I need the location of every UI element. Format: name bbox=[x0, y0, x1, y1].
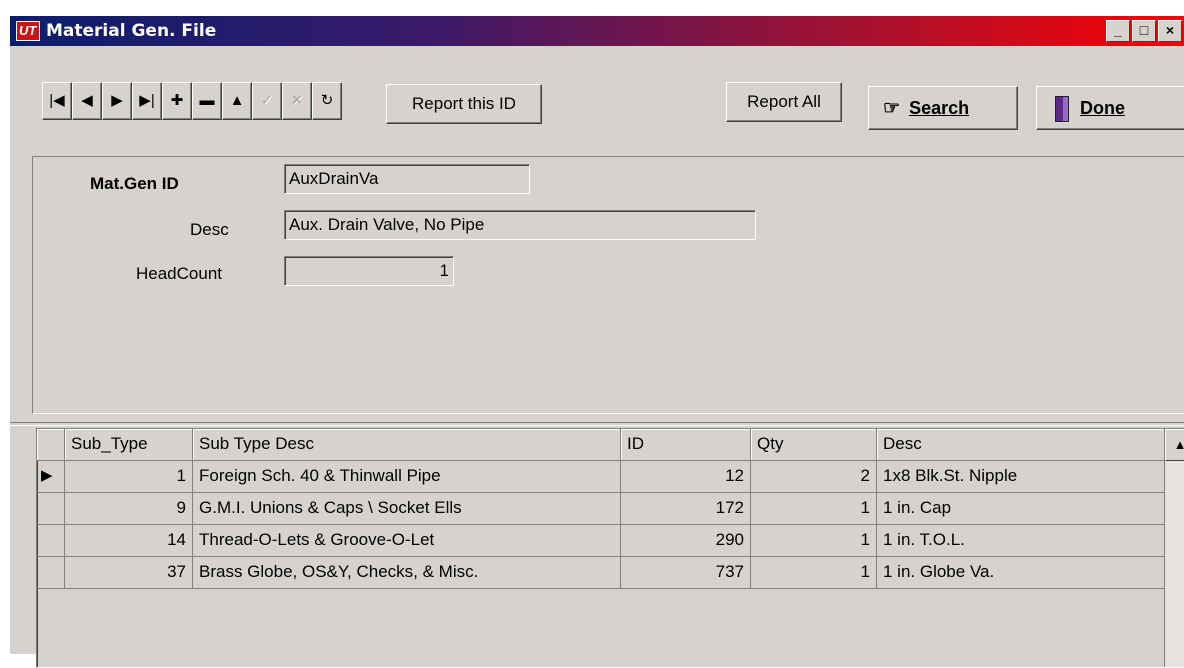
search-label: Search bbox=[909, 98, 970, 118]
table-cell[interactable]: 1 in. Cap bbox=[877, 493, 1167, 525]
search-button[interactable]: ☞ Search bbox=[868, 86, 1018, 130]
table-cell[interactable]: Foreign Sch. 40 & Thinwall Pipe bbox=[193, 461, 621, 493]
add-record-button[interactable]: ✚ bbox=[162, 82, 192, 120]
table-cell[interactable]: 290 bbox=[621, 525, 751, 557]
cancel-record-button[interactable]: ✕ bbox=[282, 82, 312, 120]
table-cell[interactable]: 172 bbox=[621, 493, 751, 525]
column-header-desc[interactable]: Desc bbox=[877, 429, 1167, 461]
pointing-hand-icon: ☞ bbox=[883, 98, 901, 119]
table-cell[interactable]: 737 bbox=[621, 557, 751, 589]
table-cell[interactable]: 9 bbox=[65, 493, 193, 525]
desc-field[interactable]: Aux. Drain Valve, No Pipe bbox=[284, 210, 756, 240]
mat-gen-id-label: Mat.Gen ID bbox=[90, 174, 179, 193]
table-cell[interactable]: 12 bbox=[621, 461, 751, 493]
material-gen-window: UT Material Gen. File _ □ × |◀ ◀ ▶ ▶| ✚ … bbox=[8, 14, 1184, 668]
column-header-id[interactable]: ID bbox=[621, 429, 751, 461]
table-cell[interactable]: Thread-O-Lets & Groove-O-Let bbox=[193, 525, 621, 557]
done-label: Done bbox=[1080, 98, 1126, 118]
sub-items-grid[interactable]: Sub_Type Sub Type Desc ID Qty Desc ▶ 1 F… bbox=[36, 428, 1184, 668]
row-indicator[interactable] bbox=[37, 525, 65, 557]
delete-record-button[interactable]: ▬ bbox=[192, 82, 222, 120]
headcount-label: HeadCount bbox=[136, 264, 223, 283]
table-cell[interactable]: 14 bbox=[65, 525, 193, 557]
mat-gen-id-field[interactable]: AuxDrainVa bbox=[284, 164, 530, 194]
vertical-scrollbar[interactable]: ▲ bbox=[1164, 429, 1184, 667]
table-cell[interactable]: 37 bbox=[65, 557, 193, 589]
panel-divider bbox=[10, 422, 1184, 426]
table-cell[interactable]: 1 bbox=[751, 525, 877, 557]
current-row-indicator-icon[interactable]: ▶ bbox=[37, 461, 65, 493]
last-record-button[interactable]: ▶| bbox=[132, 82, 162, 120]
column-header-sub-type-desc[interactable]: Sub Type Desc bbox=[193, 429, 621, 461]
app-logo-icon[interactable]: UT bbox=[16, 21, 40, 41]
report-this-id-button[interactable]: Report this ID bbox=[386, 84, 542, 124]
column-header-sub-type[interactable]: Sub_Type bbox=[65, 429, 193, 461]
table-cell[interactable]: 1x8 Blk.St. Nipple bbox=[877, 461, 1167, 493]
first-record-button[interactable]: |◀ bbox=[42, 82, 72, 120]
record-form-panel bbox=[32, 156, 1184, 414]
edit-record-button[interactable]: ▲ bbox=[222, 82, 252, 120]
post-record-button[interactable]: ✓ bbox=[252, 82, 282, 120]
table-cell[interactable]: 1 in. Globe Va. bbox=[877, 557, 1167, 589]
report-all-button[interactable]: Report All bbox=[726, 82, 842, 122]
title-bar[interactable]: UT Material Gen. File _ □ × bbox=[10, 16, 1184, 46]
door-exit-icon bbox=[1055, 96, 1069, 123]
prev-record-button[interactable]: ◀ bbox=[72, 82, 102, 120]
row-indicator-header bbox=[37, 429, 65, 461]
close-button[interactable]: × bbox=[1158, 20, 1182, 42]
table-cell[interactable]: G.M.I. Unions & Caps \ Socket Ells bbox=[193, 493, 621, 525]
column-header-qty[interactable]: Qty bbox=[751, 429, 877, 461]
table-cell[interactable]: 1 bbox=[751, 557, 877, 589]
refresh-button[interactable]: ↻ bbox=[312, 82, 342, 120]
next-record-button[interactable]: ▶ bbox=[102, 82, 132, 120]
window-title: Material Gen. File bbox=[46, 21, 217, 41]
done-button[interactable]: Done bbox=[1036, 86, 1184, 130]
desc-label: Desc bbox=[190, 220, 229, 239]
headcount-field[interactable]: 1 bbox=[284, 256, 454, 286]
table-cell[interactable]: Brass Globe, OS&Y, Checks, & Misc. bbox=[193, 557, 621, 589]
minimize-button[interactable]: _ bbox=[1106, 20, 1130, 42]
scroll-up-arrow-icon[interactable]: ▲ bbox=[1165, 429, 1184, 461]
table-cell[interactable]: 1 in. T.O.L. bbox=[877, 525, 1167, 557]
table-cell[interactable]: 1 bbox=[751, 493, 877, 525]
table-cell[interactable]: 1 bbox=[65, 461, 193, 493]
row-indicator[interactable] bbox=[37, 493, 65, 525]
table-cell[interactable]: 2 bbox=[751, 461, 877, 493]
maximize-button[interactable]: □ bbox=[1132, 20, 1156, 42]
row-indicator[interactable] bbox=[37, 557, 65, 589]
